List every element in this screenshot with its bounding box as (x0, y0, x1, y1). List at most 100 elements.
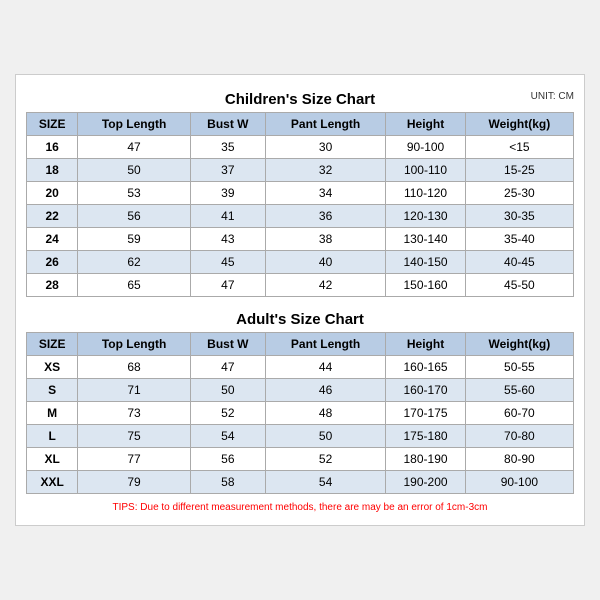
table-cell: 65 (78, 274, 191, 297)
table-cell: 28 (27, 274, 78, 297)
table-cell: 22 (27, 205, 78, 228)
adults-col-header: Bust W (190, 333, 265, 356)
table-cell: 130-140 (386, 228, 465, 251)
children-title: Children's Size Chart UNIT: CM (26, 85, 574, 112)
table-row: 1647353090-100<15 (27, 136, 574, 159)
table-cell: 52 (190, 402, 265, 425)
table-cell: 50 (265, 425, 385, 448)
table-cell: 58 (190, 471, 265, 494)
table-cell: 18 (27, 159, 78, 182)
table-cell: 32 (265, 159, 385, 182)
children-col-header: Height (386, 113, 465, 136)
table-cell: 35-40 (465, 228, 573, 251)
children-col-header: Pant Length (265, 113, 385, 136)
table-cell: 75 (78, 425, 191, 448)
table-cell: 90-100 (465, 471, 573, 494)
table-cell: 26 (27, 251, 78, 274)
table-cell: 60-70 (465, 402, 573, 425)
table-cell: 36 (265, 205, 385, 228)
table-cell: 53 (78, 182, 191, 205)
table-cell: 77 (78, 448, 191, 471)
table-cell: 120-130 (386, 205, 465, 228)
children-col-header: Top Length (78, 113, 191, 136)
table-cell: 16 (27, 136, 78, 159)
table-cell: 59 (78, 228, 191, 251)
table-cell: <15 (465, 136, 573, 159)
table-cell: 110-120 (386, 182, 465, 205)
adults-col-header: Pant Length (265, 333, 385, 356)
adults-tbody: XS684744160-16550-55S715046160-17055-60M… (27, 356, 574, 494)
children-table: SIZETop LengthBust WPant LengthHeightWei… (26, 112, 574, 297)
children-col-header: SIZE (27, 113, 78, 136)
table-cell: 62 (78, 251, 191, 274)
table-cell: 100-110 (386, 159, 465, 182)
table-cell: 20 (27, 182, 78, 205)
adults-header-row: SIZETop LengthBust WPant LengthHeightWei… (27, 333, 574, 356)
table-cell: 40-45 (465, 251, 573, 274)
table-cell: 45-50 (465, 274, 573, 297)
table-row: 22564136120-13030-35 (27, 205, 574, 228)
table-cell: 41 (190, 205, 265, 228)
table-cell: 38 (265, 228, 385, 251)
table-cell: 71 (78, 379, 191, 402)
table-cell: 56 (190, 448, 265, 471)
table-row: 26624540140-15040-45 (27, 251, 574, 274)
table-row: 24594338130-14035-40 (27, 228, 574, 251)
table-cell: 34 (265, 182, 385, 205)
table-cell: 150-160 (386, 274, 465, 297)
table-row: 28654742150-16045-50 (27, 274, 574, 297)
table-cell: 70-80 (465, 425, 573, 448)
table-cell: 43 (190, 228, 265, 251)
children-thead: SIZETop LengthBust WPant LengthHeightWei… (27, 113, 574, 136)
table-cell: 160-170 (386, 379, 465, 402)
table-cell: 55-60 (465, 379, 573, 402)
children-col-header: Bust W (190, 113, 265, 136)
adults-col-header: Height (386, 333, 465, 356)
table-cell: 35 (190, 136, 265, 159)
unit-label: UNIT: CM (531, 91, 574, 102)
table-cell: XS (27, 356, 78, 379)
table-cell: 30-35 (465, 205, 573, 228)
children-header-row: SIZETop LengthBust WPant LengthHeightWei… (27, 113, 574, 136)
adults-table: SIZETop LengthBust WPant LengthHeightWei… (26, 332, 574, 494)
table-cell: 90-100 (386, 136, 465, 159)
table-cell: 160-165 (386, 356, 465, 379)
tips-text: TIPS: Due to different measurement metho… (26, 500, 574, 515)
table-cell: 73 (78, 402, 191, 425)
table-cell: 48 (265, 402, 385, 425)
table-cell: 39 (190, 182, 265, 205)
table-cell: 44 (265, 356, 385, 379)
table-cell: 30 (265, 136, 385, 159)
adults-thead: SIZETop LengthBust WPant LengthHeightWei… (27, 333, 574, 356)
table-cell: 54 (190, 425, 265, 448)
table-cell: 175-180 (386, 425, 465, 448)
table-cell: 190-200 (386, 471, 465, 494)
table-row: 20533934110-12025-30 (27, 182, 574, 205)
table-cell: 37 (190, 159, 265, 182)
adults-title-text: Adult's Size Chart (236, 311, 364, 328)
table-cell: 52 (265, 448, 385, 471)
children-col-header: Weight(kg) (465, 113, 573, 136)
table-cell: 47 (190, 356, 265, 379)
adults-col-header: SIZE (27, 333, 78, 356)
table-cell: 46 (265, 379, 385, 402)
table-cell: M (27, 402, 78, 425)
table-row: 18503732100-11015-25 (27, 159, 574, 182)
table-cell: 50 (78, 159, 191, 182)
table-cell: 25-30 (465, 182, 573, 205)
table-cell: 50 (190, 379, 265, 402)
table-row: S715046160-17055-60 (27, 379, 574, 402)
table-row: M735248170-17560-70 (27, 402, 574, 425)
table-cell: 40 (265, 251, 385, 274)
table-cell: 42 (265, 274, 385, 297)
table-cell: 47 (78, 136, 191, 159)
table-cell: S (27, 379, 78, 402)
table-row: L755450175-18070-80 (27, 425, 574, 448)
table-cell: 24 (27, 228, 78, 251)
table-cell: 45 (190, 251, 265, 274)
table-cell: 79 (78, 471, 191, 494)
table-cell: 15-25 (465, 159, 573, 182)
table-cell: 56 (78, 205, 191, 228)
chart-container: Children's Size Chart UNIT: CM SIZETop L… (15, 74, 585, 526)
table-cell: 170-175 (386, 402, 465, 425)
